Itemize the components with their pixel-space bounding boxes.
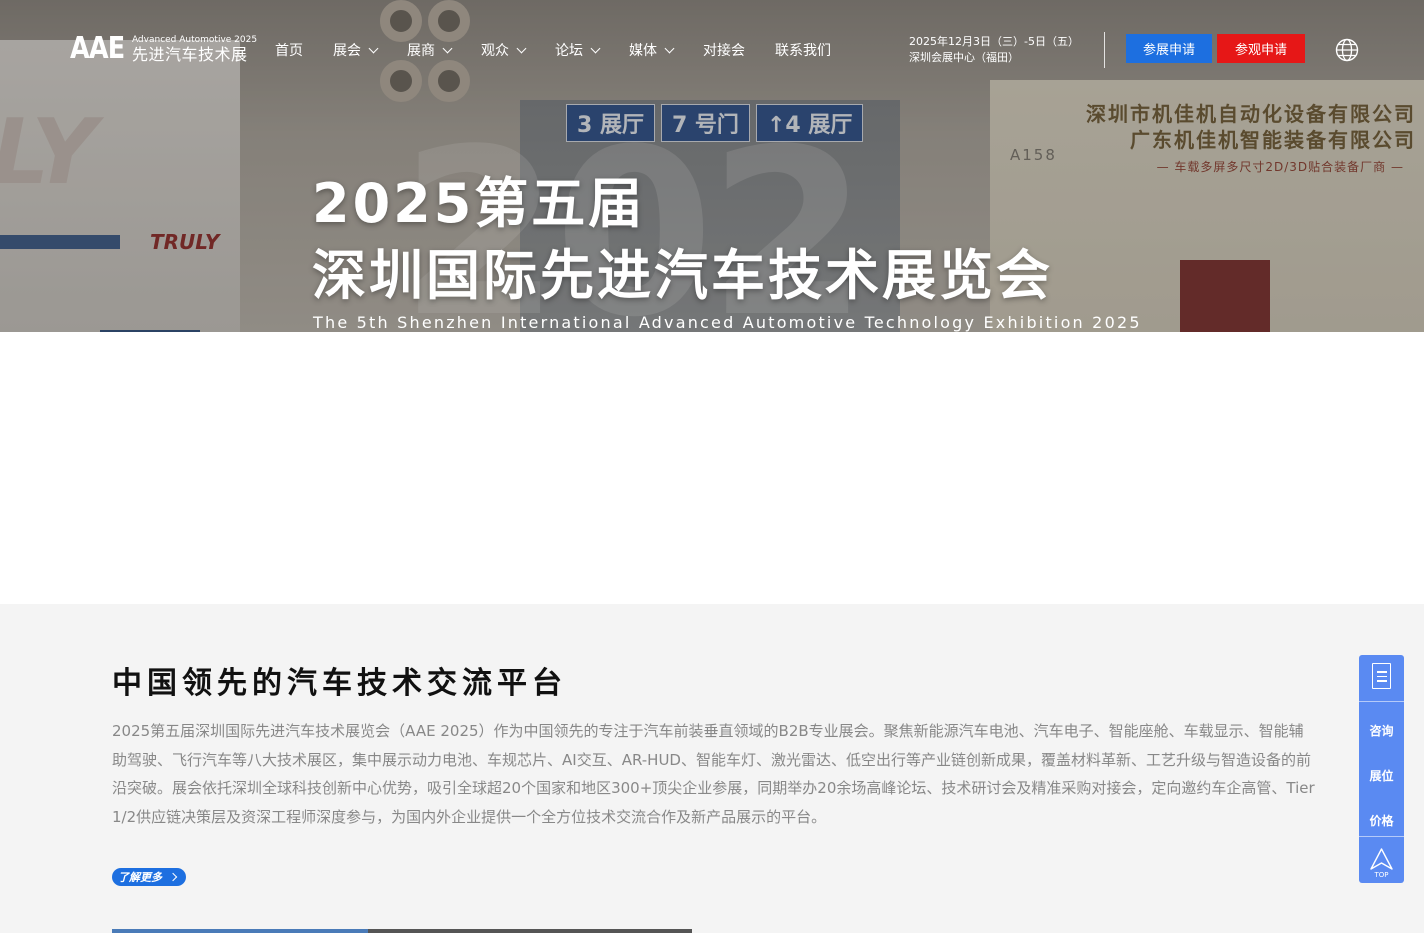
chevron-down-icon — [516, 43, 527, 53]
float-divider — [1359, 701, 1404, 702]
site-header: AAE Advanced Automotive 2025 先进汽车技术展 首页 … — [0, 0, 1424, 98]
nav-item-label: 论坛 — [555, 43, 583, 59]
chevron-down-icon — [442, 43, 453, 53]
chevron-right-icon — [168, 872, 178, 882]
nav-item-home[interactable]: 首页 — [275, 40, 303, 60]
nav-item-label: 展会 — [333, 43, 361, 59]
nav-item-media[interactable]: 媒体 — [629, 40, 675, 60]
nav-item-exhibition[interactable]: 展会 — [333, 40, 379, 60]
nav-item-label: 联系我们 — [775, 43, 831, 59]
gallery-preview — [112, 929, 692, 933]
hero-title-line2: 深圳国际先进汽车技术展览会 — [312, 244, 1053, 307]
nav-item-label: 观众 — [481, 43, 509, 59]
hero-title-line1: 2025第五届 — [312, 172, 646, 235]
nav-item-matchmaking[interactable]: 对接会 — [703, 40, 745, 60]
event-venue: 深圳会展中心（福田） — [909, 51, 1019, 64]
learn-more-button[interactable]: 了解更多 — [112, 868, 186, 886]
floating-contact-bar: 咨询 展位 价格 TOP — [1359, 655, 1404, 883]
event-date: 2025年12月3日（三）-5日（五） — [909, 35, 1079, 48]
nav-item-contact[interactable]: 联系我们 — [775, 40, 831, 60]
intro-body: 2025第五届深圳国际先进汽车技术展览会（AAE 2025）作为中国领先的专注于… — [112, 722, 1315, 826]
learn-more-label: 了解更多 — [118, 871, 162, 884]
intro-section: 中国领先的汽车技术交流平台 2025第五届深圳国际先进汽车技术展览会（AAE 2… — [0, 604, 1424, 933]
float-divider — [1359, 836, 1404, 837]
back-to-top-label: TOP — [1374, 871, 1389, 879]
logo-chinese: 先进汽车技术展 — [131, 44, 248, 64]
main-nav: 首页 展会 展商 观众 论坛 媒体 对接会 联系我们 — [275, 40, 861, 60]
event-info: 2025年12月3日（三）-5日（五） 深圳会展中心（福田） — [909, 34, 1079, 66]
hero-subtitle-english: The 5th Shenzhen International Advanced … — [313, 313, 1142, 332]
consult-button[interactable]: 咨询 — [1359, 722, 1404, 739]
logo-mark: AAE — [70, 31, 125, 66]
nav-item-label: 媒体 — [629, 43, 657, 59]
booth-button[interactable]: 展位 — [1359, 767, 1404, 784]
nav-item-forum[interactable]: 论坛 — [555, 40, 601, 60]
site-logo[interactable]: AAE Advanced Automotive 2025 先进汽车技术展 — [70, 34, 257, 64]
chevron-down-icon — [664, 43, 675, 53]
nav-item-label: 对接会 — [703, 43, 745, 59]
visit-apply-button[interactable]: 参观申请 — [1217, 34, 1305, 63]
gallery-image[interactable] — [368, 929, 692, 933]
exhibit-apply-button[interactable]: 参展申请 — [1126, 34, 1212, 63]
intro-title: 中国领先的汽车技术交流平台 — [112, 666, 567, 701]
logo-english: Advanced Automotive 2025 — [131, 34, 258, 45]
nav-item-exhibitors[interactable]: 展商 — [407, 40, 453, 60]
gallery-image[interactable] — [112, 929, 368, 933]
chevron-down-icon — [368, 43, 379, 53]
header-divider — [1104, 32, 1105, 68]
globe-icon[interactable] — [1335, 38, 1359, 62]
document-icon[interactable] — [1372, 663, 1391, 689]
chevron-down-icon — [590, 43, 601, 53]
nav-item-visitors[interactable]: 观众 — [481, 40, 527, 60]
nav-item-label: 首页 — [275, 43, 303, 59]
logo-text: Advanced Automotive 2025 先进汽车技术展 — [132, 35, 257, 64]
price-button[interactable]: 价格 — [1359, 812, 1404, 829]
nav-item-label: 展商 — [407, 43, 435, 59]
